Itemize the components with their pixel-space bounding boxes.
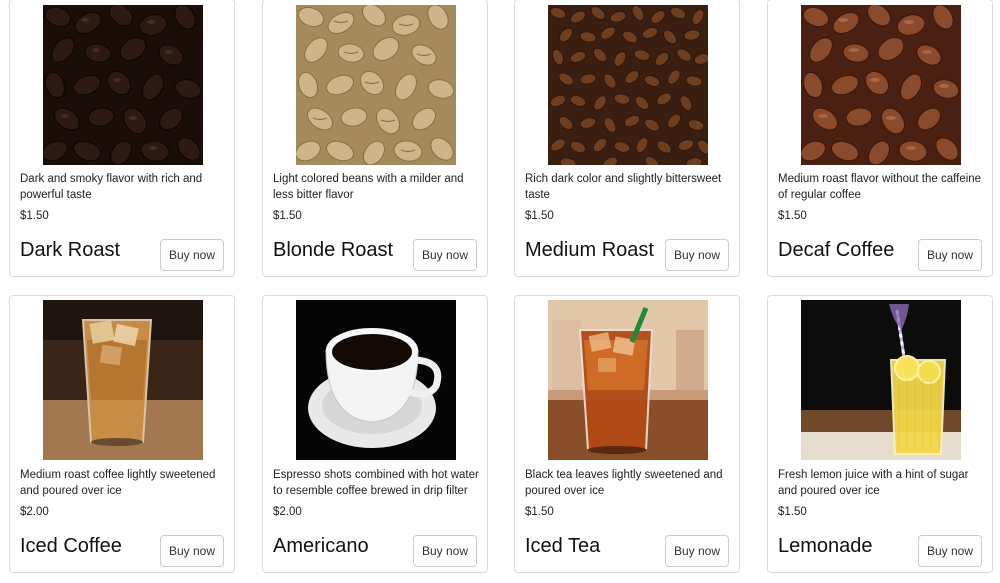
- iced-tea-image: [548, 300, 708, 460]
- product-name: Lemonade: [778, 535, 873, 557]
- product-description: Black tea leaves lightly sweetened and p…: [525, 469, 723, 497]
- buy-now-button[interactable]: Buy now: [160, 535, 224, 567]
- product-price: $1.50: [525, 506, 554, 518]
- product-price: $1.50: [525, 210, 554, 222]
- buy-now-button[interactable]: Buy now: [413, 239, 477, 271]
- buy-now-button[interactable]: Buy now: [918, 239, 982, 271]
- product-card: Rich dark color and slightly bittersweet…: [514, 0, 740, 277]
- product-description: Rich dark color and slightly bittersweet…: [525, 173, 722, 201]
- product-name: Americano: [273, 535, 369, 557]
- product-name: Decaf Coffee: [778, 239, 895, 261]
- product-card: Black tea leaves lightly sweetened and p…: [514, 295, 740, 573]
- product-name: Medium Roast: [525, 239, 654, 261]
- product-card: Dark and smoky flavor with rich and powe…: [9, 0, 235, 277]
- product-price: $1.50: [273, 210, 302, 222]
- product-card: Medium roast coffee lightly sweetened an…: [9, 295, 235, 573]
- buy-now-button[interactable]: Buy now: [665, 535, 729, 567]
- dark-roast-beans-image: [43, 5, 203, 165]
- product-price: $2.00: [20, 506, 49, 518]
- iced-coffee-image: [43, 300, 203, 460]
- buy-now-button[interactable]: Buy now: [918, 535, 982, 567]
- product-description: Dark and smoky flavor with rich and powe…: [20, 173, 203, 201]
- product-description: Fresh lemon juice with a hint of sugar a…: [778, 469, 969, 497]
- blonde-roast-beans-image: [296, 5, 456, 165]
- product-price: $1.50: [778, 210, 807, 222]
- product-name: Iced Tea: [525, 535, 601, 557]
- product-price: $1.50: [20, 210, 49, 222]
- medium-roast-beans-image: [548, 5, 708, 165]
- product-description: Medium roast coffee lightly sweetened an…: [20, 469, 216, 497]
- product-card: Light colored beans with a milder and le…: [262, 0, 488, 277]
- decaf-beans-image: [801, 5, 961, 165]
- product-price: $2.00: [273, 506, 302, 518]
- product-card: Fresh lemon juice with a hint of sugar a…: [767, 295, 993, 573]
- buy-now-button[interactable]: Buy now: [160, 239, 224, 271]
- product-price: $1.50: [778, 506, 807, 518]
- buy-now-button[interactable]: Buy now: [665, 239, 729, 271]
- americano-cup-image: [296, 300, 456, 460]
- product-description: Espresso shots combined with hot water t…: [273, 469, 479, 497]
- lemonade-image: [801, 300, 961, 460]
- product-name: Blonde Roast: [273, 239, 394, 261]
- product-card: Medium roast flavor without the caffeine…: [767, 0, 993, 277]
- product-grid: Dark and smoky flavor with rich and powe…: [0, 0, 1000, 583]
- product-card: Espresso shots combined with hot water t…: [262, 295, 488, 573]
- buy-now-button[interactable]: Buy now: [413, 535, 477, 567]
- product-name: Dark Roast: [20, 239, 121, 261]
- product-name: Iced Coffee: [20, 535, 122, 557]
- product-description: Medium roast flavor without the caffeine…: [778, 173, 982, 201]
- product-description: Light colored beans with a milder and le…: [273, 173, 464, 201]
